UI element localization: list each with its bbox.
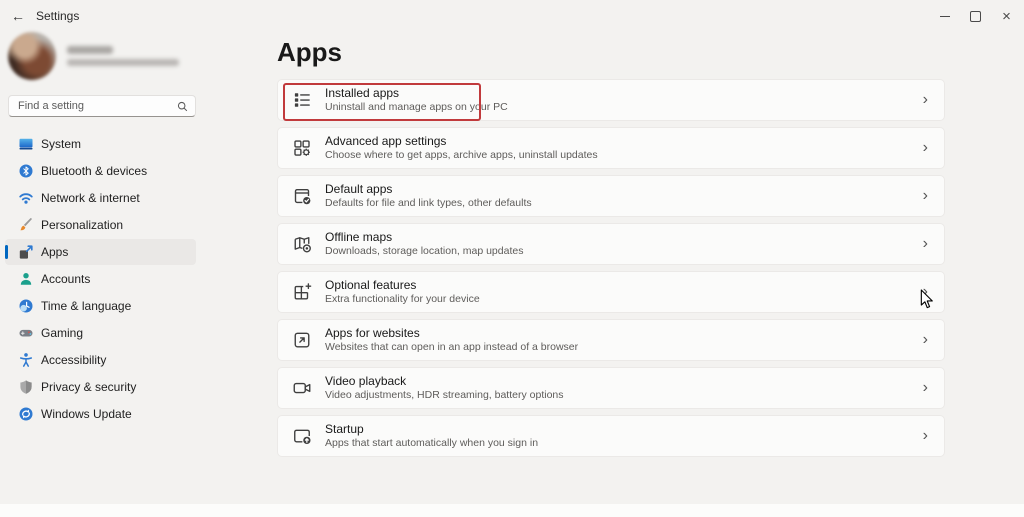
chevron-right-icon: ›	[923, 428, 928, 444]
personalization-icon	[18, 217, 34, 233]
card-title: Apps for websites	[325, 326, 578, 341]
window-title: Settings	[36, 9, 79, 23]
minimize-icon	[940, 16, 950, 17]
default-apps-icon	[292, 186, 312, 206]
card-title: Startup	[325, 422, 538, 437]
avatar	[8, 32, 56, 80]
sidebar-item-windows-update[interactable]: Windows Update	[5, 401, 196, 427]
sidebar-item-network-internet[interactable]: Network & internet	[5, 185, 196, 211]
sidebar-item-time-language[interactable]: Time & language	[5, 293, 196, 319]
settings-card-list: Installed apps Uninstall and manage apps…	[277, 79, 945, 457]
chevron-right-icon: ›	[923, 92, 928, 108]
sidebar-item-system[interactable]: System	[5, 131, 196, 157]
card-title: Installed apps	[325, 86, 508, 101]
card-startup[interactable]: Startup Apps that start automatically wh…	[277, 415, 945, 457]
main-content: Apps Installed apps Uninstall and manage…	[277, 32, 945, 463]
window-controls: ×	[929, 0, 1022, 32]
sidebar-item-bluetooth-devices[interactable]: Bluetooth & devices	[5, 158, 196, 184]
offline-maps-icon	[292, 234, 312, 254]
search-box[interactable]	[8, 95, 196, 117]
card-advanced-app-settings[interactable]: Advanced app settings Choose where to ge…	[277, 127, 945, 169]
card-description: Extra functionality for your device	[325, 293, 480, 306]
time-language-icon	[18, 298, 34, 314]
sidebar-item-accessibility[interactable]: Accessibility	[5, 347, 196, 373]
card-offline-maps[interactable]: Offline maps Downloads, storage location…	[277, 223, 945, 265]
accessibility-icon	[18, 352, 34, 368]
profile-name-blurred	[67, 46, 113, 54]
chevron-right-icon: ›	[923, 140, 928, 156]
advanced-app-settings-icon	[292, 138, 312, 158]
card-description: Defaults for file and link types, other …	[325, 197, 532, 210]
gaming-icon	[18, 325, 34, 341]
card-description: Downloads, storage location, map updates	[325, 245, 523, 258]
close-icon: ×	[1002, 9, 1011, 24]
installed-apps-icon	[292, 90, 312, 110]
card-default-apps[interactable]: Default apps Defaults for file and link …	[277, 175, 945, 217]
bluetooth-icon	[18, 163, 34, 179]
sidebar-item-gaming[interactable]: Gaming	[5, 320, 196, 346]
sidebar-item-apps[interactable]: Apps	[5, 239, 196, 265]
chevron-right-icon: ›	[923, 284, 928, 300]
apps-icon	[18, 244, 34, 260]
card-title: Offline maps	[325, 230, 523, 245]
card-description: Uninstall and manage apps on your PC	[325, 101, 508, 114]
card-video-playback[interactable]: Video playback Video adjustments, HDR st…	[277, 367, 945, 409]
chevron-right-icon: ›	[923, 236, 928, 252]
maximize-icon	[970, 11, 981, 22]
card-title: Video playback	[325, 374, 564, 389]
card-description: Choose where to get apps, archive apps, …	[325, 149, 598, 162]
optional-features-icon	[292, 282, 312, 302]
card-description: Video adjustments, HDR streaming, batter…	[325, 389, 564, 402]
page-title: Apps	[277, 32, 945, 66]
accounts-icon	[18, 271, 34, 287]
card-title: Advanced app settings	[325, 134, 598, 149]
network-icon	[18, 190, 34, 206]
titlebar: ← Settings ×	[0, 0, 1024, 32]
sidebar-item-privacy-security[interactable]: Privacy & security	[5, 374, 196, 400]
close-button[interactable]: ×	[991, 0, 1022, 32]
chevron-right-icon: ›	[923, 332, 928, 348]
minimize-button[interactable]	[929, 0, 960, 32]
card-optional-features[interactable]: Optional features Extra functionality fo…	[277, 271, 945, 313]
sidebar-item-accounts[interactable]: Accounts	[5, 266, 196, 292]
card-description: Websites that can open in an app instead…	[325, 341, 578, 354]
bottom-strip	[0, 504, 1024, 517]
selected-indicator	[5, 245, 8, 259]
user-profile[interactable]	[8, 32, 248, 80]
privacy-icon	[18, 379, 34, 395]
card-title: Default apps	[325, 182, 532, 197]
profile-text-blurred	[67, 46, 179, 66]
card-installed-apps[interactable]: Installed apps Uninstall and manage apps…	[277, 79, 945, 121]
back-button[interactable]: ←	[4, 3, 32, 29]
search-input[interactable]	[9, 100, 172, 112]
video-playback-icon	[292, 378, 312, 398]
card-title: Optional features	[325, 278, 480, 293]
startup-icon	[292, 426, 312, 446]
search-icon	[172, 96, 192, 116]
sidebar-nav: System Bluetooth & devices Network & int…	[5, 131, 196, 428]
sidebar-item-personalization[interactable]: Personalization	[5, 212, 196, 238]
windows-update-icon	[18, 406, 34, 422]
chevron-right-icon: ›	[923, 380, 928, 396]
chevron-right-icon: ›	[923, 188, 928, 204]
profile-email-blurred	[67, 59, 179, 66]
system-icon	[18, 136, 34, 152]
card-apps-for-websites[interactable]: Apps for websites Websites that can open…	[277, 319, 945, 361]
apps-for-websites-icon	[292, 330, 312, 350]
maximize-button[interactable]	[960, 0, 991, 32]
card-description: Apps that start automatically when you s…	[325, 437, 538, 450]
